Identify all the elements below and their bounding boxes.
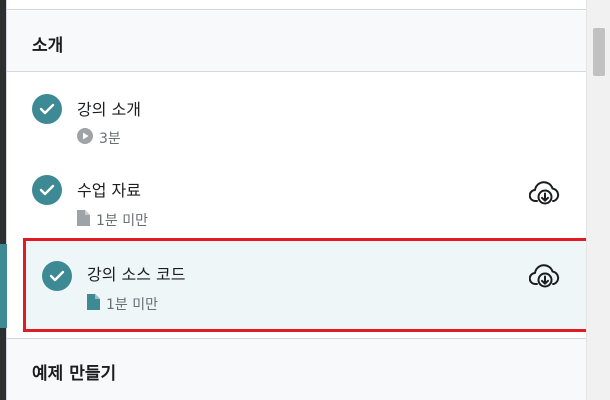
duration-text: 1분 미만 bbox=[96, 213, 148, 229]
lecture-duration: 3분 bbox=[77, 128, 121, 148]
duration-text: 3분 bbox=[99, 131, 121, 147]
section-title: 예제 만들기 bbox=[32, 364, 117, 384]
lecture-item-intro[interactable]: 강의 소개 3분 bbox=[7, 84, 587, 160]
section-header-examples[interactable]: 예제 만들기 bbox=[7, 338, 587, 400]
curriculum-panel: 소개 강의 소개 3분 수업 자료 1분 미만 강의 소스 코드 1분 미만 예… bbox=[0, 0, 590, 400]
lecture-duration: 1분 미만 bbox=[77, 210, 148, 230]
completed-check-icon[interactable] bbox=[32, 175, 62, 205]
section-header-intro[interactable]: 소개 bbox=[7, 11, 587, 72]
file-icon bbox=[77, 210, 90, 230]
play-icon bbox=[77, 128, 93, 148]
lecture-duration: 1분 미만 bbox=[87, 294, 158, 314]
file-icon bbox=[87, 294, 100, 314]
cloud-download-icon[interactable] bbox=[528, 181, 561, 207]
lecture-item-materials[interactable]: 수업 자료 1분 미만 bbox=[7, 164, 587, 240]
scrollbar-thumb[interactable] bbox=[593, 28, 605, 76]
vertical-scrollbar[interactable] bbox=[586, 0, 610, 400]
completed-check-icon[interactable] bbox=[32, 94, 62, 124]
completed-check-icon[interactable] bbox=[42, 261, 72, 291]
lecture-title: 강의 소스 코드 bbox=[87, 265, 186, 284]
cloud-download-icon[interactable] bbox=[528, 264, 561, 290]
section-title: 소개 bbox=[32, 36, 64, 56]
lecture-title: 수업 자료 bbox=[77, 181, 141, 200]
panel-top-edge bbox=[7, 0, 587, 10]
duration-text: 1분 미만 bbox=[106, 297, 158, 313]
active-indicator-bar bbox=[0, 244, 7, 328]
lecture-item-source-code[interactable]: 강의 소스 코드 1분 미만 bbox=[23, 238, 590, 332]
lecture-title: 강의 소개 bbox=[77, 100, 141, 119]
